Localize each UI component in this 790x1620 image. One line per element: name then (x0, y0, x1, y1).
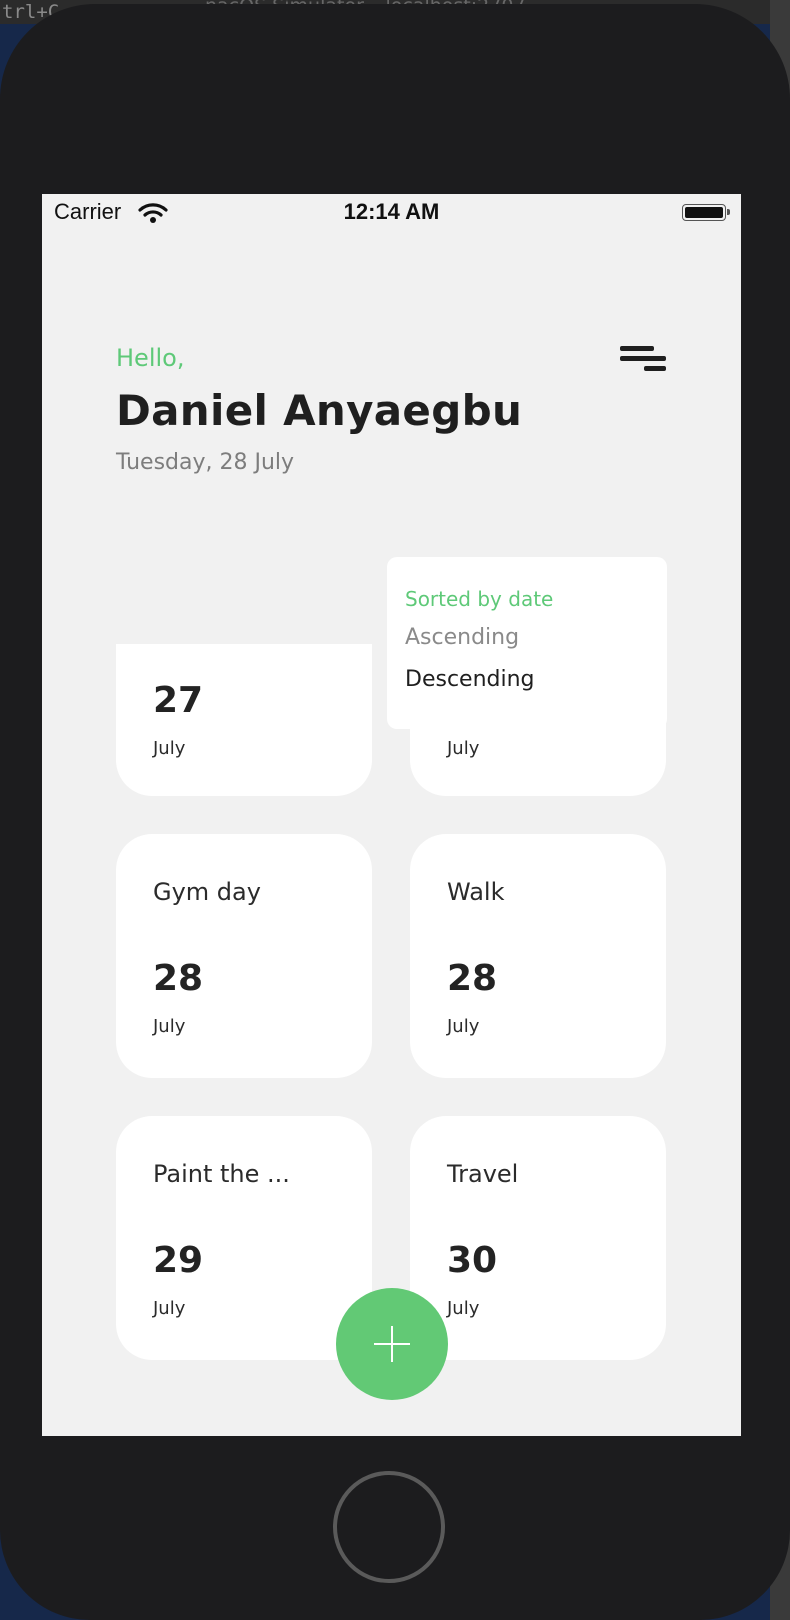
current-date: Tuesday, 28 July (116, 450, 295, 475)
card-title: Walk (447, 878, 505, 906)
card-day: 27 (153, 680, 204, 721)
battery-icon (682, 204, 730, 221)
task-card[interactable]: Travel 30 July (410, 1116, 666, 1360)
card-title: Gym day (153, 878, 261, 906)
greeting-text: Hello, (116, 344, 185, 372)
card-month: July (153, 1298, 186, 1319)
card-day: 30 (447, 1240, 498, 1281)
card-month: July (153, 738, 186, 759)
app-screen: Carrier 12:14 AM Hello, Daniel Anyaegbu … (42, 194, 741, 1436)
status-bar: Carrier 12:14 AM (42, 194, 741, 234)
card-month: July (447, 1298, 480, 1319)
card-day: 28 (447, 958, 498, 999)
sort-option-descending[interactable]: Descending (405, 667, 535, 692)
card-day: 29 (153, 1240, 204, 1281)
add-task-button[interactable] (336, 1288, 448, 1400)
sort-menu-icon[interactable] (620, 346, 666, 376)
card-day: 28 (153, 958, 204, 999)
phone-frame: Carrier 12:14 AM Hello, Daniel Anyaegbu … (0, 4, 790, 1620)
user-name: Daniel Anyaegbu (116, 386, 523, 435)
task-card[interactable]: Paint the ... 29 July (116, 1116, 372, 1360)
task-card[interactable]: 27 July (116, 644, 372, 796)
card-title: Paint the ... (153, 1160, 290, 1188)
task-card[interactable]: Gym day 28 July (116, 834, 372, 1078)
card-month: July (153, 1016, 186, 1037)
sort-popup-menu: Sorted by date Ascending Descending (387, 557, 667, 729)
card-month: July (447, 1016, 480, 1037)
task-card[interactable]: Walk 28 July (410, 834, 666, 1078)
card-title: Travel (447, 1160, 519, 1188)
card-month: July (447, 738, 480, 759)
status-time: 12:14 AM (343, 199, 440, 224)
sort-option-ascending[interactable]: Ascending (405, 625, 519, 650)
home-button[interactable] (333, 1471, 445, 1583)
sort-menu-header: Sorted by date (405, 587, 554, 611)
